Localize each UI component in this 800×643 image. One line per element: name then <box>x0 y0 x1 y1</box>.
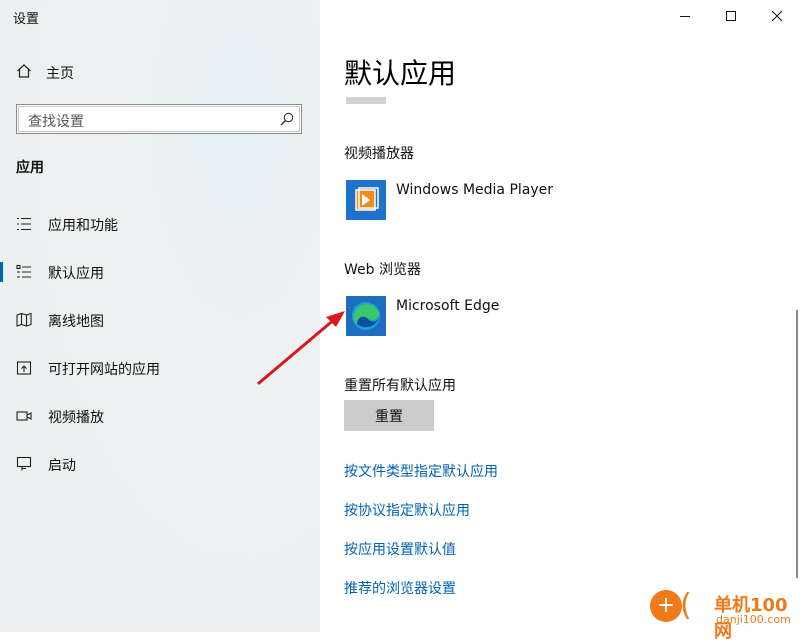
maximize-icon <box>725 7 737 26</box>
sidebar-item-label: 视频播放 <box>48 410 104 426</box>
section-title: 应用 <box>16 160 44 176</box>
startup-icon <box>16 456 32 472</box>
watermark-url: danji100.com <box>716 613 791 626</box>
sidebar-item-video-playback[interactable]: 视频播放 <box>0 401 320 431</box>
sidebar-item-label: 离线地图 <box>48 314 104 330</box>
watermark-c-glyph: ( <box>680 588 692 623</box>
reset-label: 重置所有默认应用 <box>344 378 456 394</box>
search-icon[interactable] <box>279 111 295 131</box>
sidebar-item-offline-maps[interactable]: 离线地图 <box>0 305 320 335</box>
microsoft-edge-icon[interactable] <box>346 296 386 336</box>
link-default-by-protocol[interactable]: 按协议指定默认应用 <box>344 500 470 520</box>
sidebar-item-label: 应用和功能 <box>48 218 118 234</box>
watermark-plus-icon: + <box>650 590 682 622</box>
reset-button[interactable]: 重置 <box>344 400 434 431</box>
sidebar: 设置 主页 查找设置 应用 应用和功能 默认应用 离线地图 可打开网站的应用 视… <box>0 0 320 632</box>
apps-features-icon <box>16 216 32 232</box>
link-recommended-browser-settings[interactable]: 推荐的浏览器设置 <box>344 578 456 598</box>
apps-for-websites-icon <box>16 360 32 376</box>
home-icon <box>16 63 32 83</box>
title-decoration <box>346 97 386 104</box>
selected-indicator <box>0 262 3 282</box>
web-browser-app-name[interactable]: Microsoft Edge <box>396 298 499 314</box>
web-browser-label: Web 浏览器 <box>344 262 421 278</box>
windows-media-player-icon[interactable] <box>346 180 386 220</box>
offline-maps-icon <box>16 312 32 328</box>
link-set-defaults-by-app[interactable]: 按应用设置默认值 <box>344 539 456 559</box>
link-default-by-file-type[interactable]: 按文件类型指定默认应用 <box>344 461 498 481</box>
sidebar-item-default-apps[interactable]: 默认应用 <box>0 257 320 287</box>
minimize-button[interactable] <box>662 0 708 32</box>
maximize-button[interactable] <box>708 0 754 32</box>
video-player-app-name[interactable]: Windows Media Player <box>396 182 553 198</box>
search-input[interactable]: 查找设置 <box>16 104 302 134</box>
video-playback-icon <box>16 408 32 424</box>
sidebar-item-startup[interactable]: 启动 <box>0 449 320 479</box>
sidebar-item-label: 可打开网站的应用 <box>48 362 160 378</box>
sidebar-item-apps-for-websites[interactable]: 可打开网站的应用 <box>0 353 320 383</box>
watermark-logo: + ( 单机100网 danji100.com <box>650 588 800 642</box>
sidebar-item-label: 默认应用 <box>48 266 104 282</box>
default-apps-icon <box>16 264 32 280</box>
home-nav-item[interactable]: 主页 <box>16 62 74 84</box>
sidebar-item-apps-features[interactable]: 应用和功能 <box>0 209 320 239</box>
close-button[interactable] <box>754 0 800 32</box>
sidebar-item-label: 启动 <box>48 458 76 474</box>
main-content: 默认应用 视频播放器 Windows Media Player Web 浏览器 … <box>320 0 800 632</box>
window-title: 设置 <box>13 12 40 27</box>
page-title: 默认应用 <box>344 57 457 90</box>
home-label: 主页 <box>46 66 74 82</box>
minimize-icon <box>679 7 691 26</box>
scrollbar[interactable] <box>796 310 798 578</box>
search-placeholder: 查找设置 <box>28 114 84 130</box>
close-icon <box>771 7 783 26</box>
video-player-label: 视频播放器 <box>344 146 414 162</box>
